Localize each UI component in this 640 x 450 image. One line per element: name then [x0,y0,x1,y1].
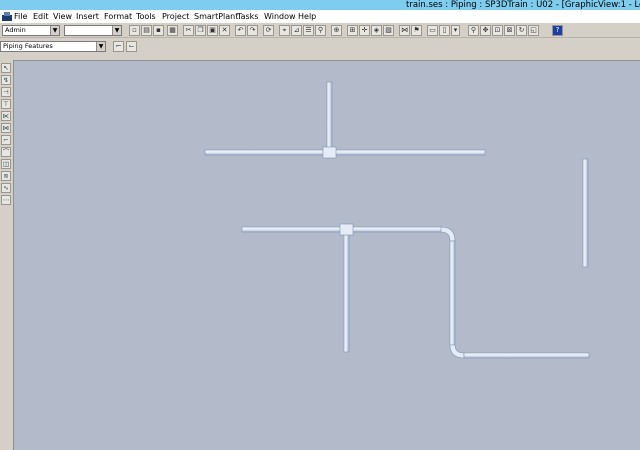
menu-view[interactable]: View [53,11,72,22]
elbow-fitting[interactable] [440,226,456,242]
layout-icon[interactable]: ▧ [383,25,394,36]
pan-icon[interactable]: ✥ [480,25,491,36]
zoom-icon[interactable]: ⚲ [468,25,479,36]
graphic-view[interactable] [13,60,640,450]
copy-icon[interactable]: ❐ [195,25,206,36]
print-icon[interactable]: ▦ [167,25,178,36]
insert-hyperlink-icon[interactable]: ⚲ [315,25,326,36]
menu-project[interactable]: Project [162,11,189,22]
copy-paste-icon[interactable]: ⋈ [399,25,410,36]
open-icon[interactable]: ▤ [141,25,152,36]
menu-bar: File Edit View Insert Format Tools Proje… [0,10,640,23]
task-selector-value: Piping Features [3,42,53,50]
insert-tap-icon[interactable]: ⊤ [1,99,11,109]
menu-tasks[interactable]: Tasks [237,11,258,22]
permission-group-combo[interactable]: Admin ▼ [2,25,60,36]
chevron-down-icon[interactable]: ▼ [112,26,121,35]
chevron-down-icon[interactable]: ▼ [50,26,59,35]
properties-icon[interactable]: ▯ [439,25,450,36]
menu-file[interactable]: File [14,11,27,22]
help-icon[interactable]: ? [552,25,563,36]
window-title: train.ses : Piping : SP3DTrain : U02 - [… [406,0,640,10]
dropdown-icon[interactable]: ▾ [451,25,460,36]
filter-combo[interactable]: ▼ [64,25,122,36]
select-filter-icon[interactable]: ⌖ [279,25,290,36]
menu-insert[interactable]: Insert [76,11,99,22]
piping-model [204,81,590,359]
route-turn-icon[interactable]: ⌐ [1,135,11,145]
properties-icon[interactable]: ☰ [303,25,314,36]
route-pipe-icon[interactable]: ↯ [1,75,11,85]
point-along-icon[interactable]: ⊕ [331,25,342,36]
paste-icon[interactable]: ▣ [207,25,218,36]
insert-feature-icon[interactable]: ⌙ [126,41,137,52]
delete-icon[interactable]: ✕ [219,25,230,36]
place-weld-icon[interactable]: ⋯ [1,195,11,205]
new-icon[interactable]: ▫ [129,25,140,36]
insert-split-icon[interactable]: ⋉ [1,111,11,121]
refresh-icon[interactable]: ⟳ [263,25,274,36]
menu-smartplant[interactable]: SmartPlant [194,11,238,22]
clash-icon[interactable]: ◈ [371,25,382,36]
layout-icon[interactable]: ▭ [427,25,438,36]
connect-icon[interactable]: ⊞ [347,25,358,36]
insert-flange-icon[interactable]: ∿ [1,183,11,193]
measure-icon[interactable]: ⊿ [291,25,302,36]
common-views-icon[interactable]: ⊠ [504,25,515,36]
app-icon [2,12,12,21]
sequence-icon[interactable]: ≋ [1,171,11,181]
pipe-run-lower[interactable] [241,223,590,359]
pinpoint-icon[interactable]: ✛ [359,25,370,36]
permission-group-value: Admin [5,26,26,34]
task-selector-combo[interactable]: Piping Features ▼ [0,41,106,52]
fit-icon[interactable]: ◱ [528,25,539,36]
menu-window[interactable]: Window [264,11,296,22]
place-spool-icon[interactable]: ◫ [1,159,11,169]
chevron-down-icon[interactable]: ▼ [96,42,105,51]
insert-specialty-icon[interactable]: ⌒ [1,147,11,157]
menu-help[interactable]: Help [298,11,316,22]
redo-icon[interactable]: ↷ [247,25,258,36]
place-valve-icon[interactable]: ⋈ [1,123,11,133]
pipe-vertical-right[interactable] [582,158,589,268]
pipe-run-upper[interactable] [204,81,486,159]
rotate-icon[interactable]: ↻ [516,25,527,36]
select-icon[interactable]: ↖ [1,63,11,73]
tee-fitting[interactable] [322,146,337,159]
fit-icon[interactable]: ⊡ [492,25,503,36]
route-feature-icon[interactable]: ⌐ [113,41,124,52]
undo-icon[interactable]: ↶ [235,25,246,36]
claim-icon[interactable]: ⚑ [411,25,422,36]
vertical-toolbar: ↖ ↯ ⊣ ⊤ ⋉ ⋈ ⌐ ⌒ ◫ ≋ ∿ ⋯ [0,62,12,450]
title-bar: train.ses : Piping : SP3DTrain : U02 - [… [0,0,640,10]
menu-edit[interactable]: Edit [33,11,49,22]
cut-icon[interactable]: ✂ [183,25,194,36]
elbow-fitting[interactable] [449,344,465,359]
insert-component-icon[interactable]: ⊣ [1,87,11,97]
tee-fitting[interactable] [339,223,354,236]
menu-tools[interactable]: Tools [136,11,156,22]
save-icon[interactable]: ▪ [153,25,164,36]
menu-format[interactable]: Format [104,11,132,22]
